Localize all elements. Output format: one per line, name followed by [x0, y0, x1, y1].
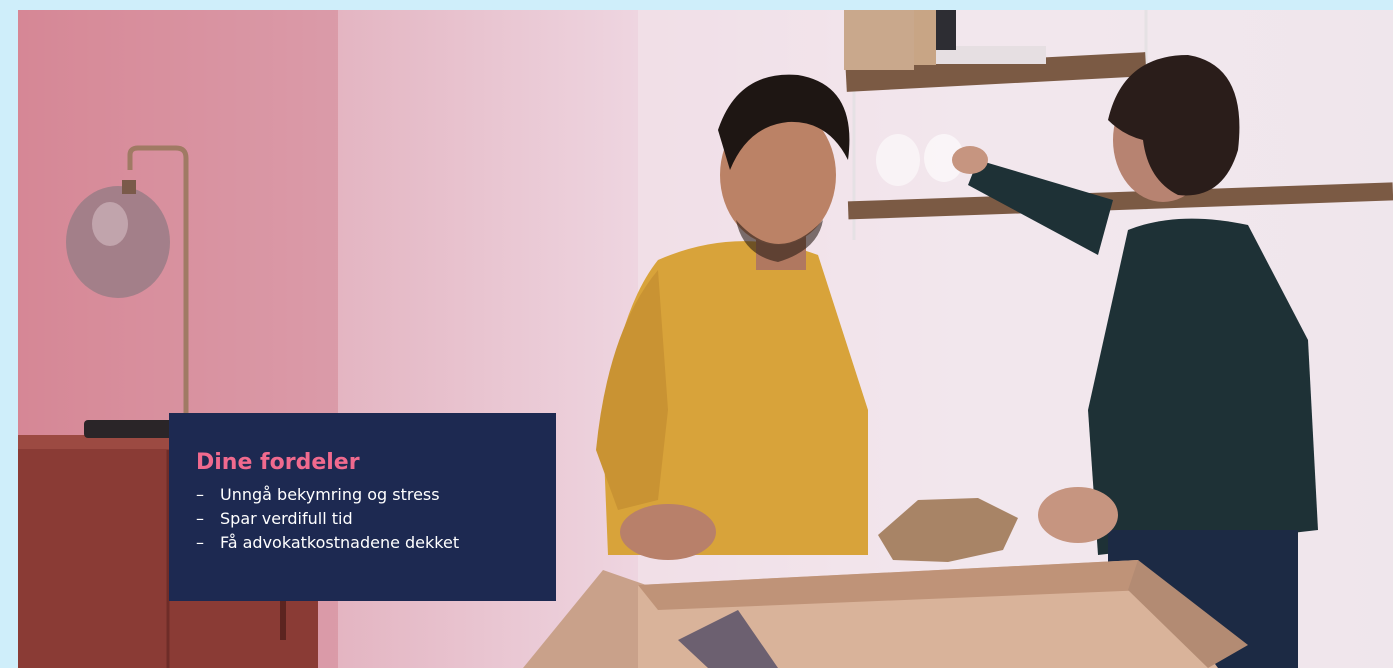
man [596, 74, 868, 560]
benefit-item: – Få advokatkostnadene dekket [196, 531, 530, 555]
cardboard-box [523, 560, 1248, 668]
benefits-list: – Unngå bekymring og stress – Spar verdi… [196, 483, 530, 555]
list-dash: – [196, 485, 204, 504]
top-color-strip [0, 0, 1393, 10]
benefit-item: – Unngå bekymring og stress [196, 483, 530, 507]
benefits-card: Dine fordeler – Unngå bekymring og stres… [169, 413, 556, 601]
benefit-text: Unngå bekymring og stress [220, 485, 440, 504]
list-dash: – [196, 533, 204, 552]
benefits-title: Dine fordeler [196, 450, 360, 475]
benefit-item: – Spar verdifull tid [196, 507, 530, 531]
benefit-text: Få advokatkostnadene dekket [220, 533, 460, 552]
list-dash: – [196, 509, 204, 528]
benefit-text: Spar verdifull tid [220, 509, 353, 528]
hero-image: Dine fordeler – Unngå bekymring og stres… [18, 10, 1393, 668]
